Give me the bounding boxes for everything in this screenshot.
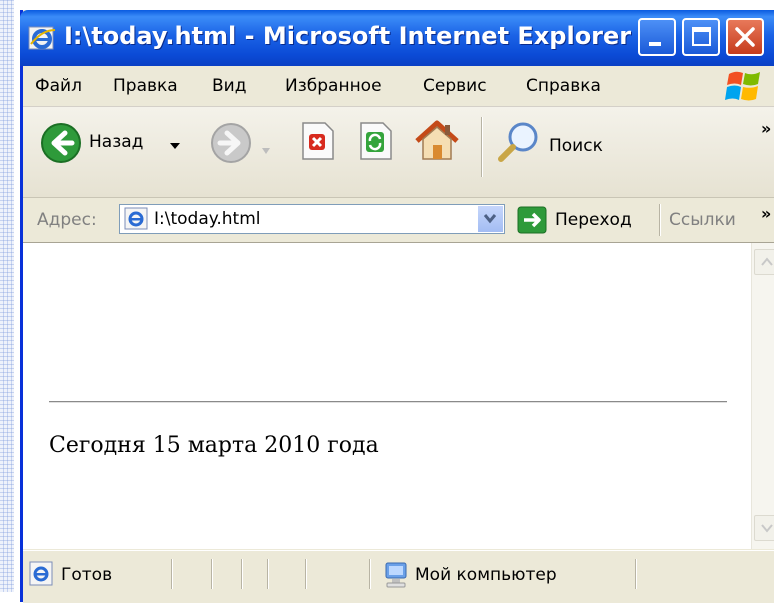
toolbar-separator xyxy=(481,117,483,177)
ie-window: I:\today.html - Microsoft Internet Explo… xyxy=(20,10,774,603)
links-label[interactable]: Ссылки xyxy=(669,210,736,230)
home-icon xyxy=(415,120,459,160)
status-bar: Готов Мой компьютер xyxy=(23,550,774,603)
page-content: Сегодня 15 марта 2010 года xyxy=(23,243,751,549)
menu-edit[interactable]: Правка xyxy=(113,76,178,96)
status-divider xyxy=(211,559,213,589)
page-status-ie-icon xyxy=(29,561,53,586)
forward-arrow-icon xyxy=(211,123,251,163)
back-button[interactable]: Назад xyxy=(29,115,181,175)
chevron-up-icon xyxy=(761,257,773,266)
vertical-scrollbar[interactable] xyxy=(751,243,774,549)
chevron-down-icon xyxy=(761,524,773,533)
refresh-icon xyxy=(360,122,392,160)
close-button[interactable] xyxy=(726,18,764,56)
status-divider xyxy=(267,559,269,589)
stop-icon xyxy=(302,122,334,160)
menu-tools[interactable]: Сервис xyxy=(423,76,487,96)
ie-logo-icon xyxy=(28,26,56,50)
search-icon xyxy=(498,122,538,162)
toolbar-more-chevron[interactable]: » xyxy=(761,119,771,138)
search-label: Поиск xyxy=(549,136,603,156)
address-input[interactable] xyxy=(154,208,454,230)
status-divider xyxy=(171,559,173,589)
chevron-down-icon xyxy=(483,214,497,224)
page-ie-icon xyxy=(124,207,148,230)
links-more-chevron[interactable]: » xyxy=(761,204,771,223)
menu-view[interactable]: Вид xyxy=(212,76,246,96)
menu-file[interactable]: Файл xyxy=(35,76,82,96)
window-title: I:\today.html - Microsoft Internet Explo… xyxy=(64,22,632,50)
close-icon xyxy=(735,27,755,47)
status-divider xyxy=(241,559,243,589)
go-arrow-icon xyxy=(517,206,547,234)
standard-toolbar: Назад Поиск » xyxy=(23,107,774,198)
stop-button[interactable] xyxy=(295,119,339,163)
maximize-button[interactable] xyxy=(682,18,720,56)
home-button[interactable] xyxy=(413,117,463,167)
address-separator xyxy=(659,204,661,236)
refresh-button[interactable] xyxy=(353,119,397,163)
menu-help[interactable]: Справка xyxy=(526,76,601,96)
title-bar[interactable]: I:\today.html - Microsoft Internet Explo… xyxy=(20,10,774,66)
address-dropdown-button[interactable] xyxy=(477,206,503,232)
my-computer-icon xyxy=(385,562,407,588)
status-divider xyxy=(369,559,371,589)
back-label: Назад xyxy=(89,132,144,152)
menu-favorites[interactable]: Избранное xyxy=(285,76,382,96)
scroll-down-button[interactable] xyxy=(754,515,774,541)
menu-bar: Файл Правка Вид Избранное Сервис Справка xyxy=(23,66,774,107)
maximize-icon xyxy=(692,27,711,46)
slide-dotted-edge xyxy=(0,0,14,592)
back-dropdown-icon[interactable] xyxy=(169,141,181,151)
address-field[interactable] xyxy=(119,204,505,234)
zone-text: Мой компьютер xyxy=(415,565,557,585)
address-bar: Адрес: Переход Ссылки » xyxy=(23,198,774,243)
address-label: Адрес: xyxy=(37,210,97,230)
forward-dropdown-icon[interactable] xyxy=(261,147,271,155)
page-date-text: Сегодня 15 марта 2010 года xyxy=(49,433,379,458)
go-label: Переход xyxy=(555,210,632,230)
forward-button[interactable] xyxy=(209,121,257,169)
minimize-icon xyxy=(649,42,661,46)
scroll-up-button[interactable] xyxy=(754,249,774,275)
horizontal-rule xyxy=(49,401,727,403)
minimize-button[interactable] xyxy=(638,18,676,56)
windows-logo-icon xyxy=(725,71,760,101)
search-button[interactable]: Поиск xyxy=(495,117,625,169)
go-button[interactable]: Переход xyxy=(517,204,657,236)
back-arrow-icon xyxy=(41,123,81,163)
status-divider xyxy=(635,559,637,589)
status-divider xyxy=(305,559,307,589)
status-text: Готов xyxy=(61,565,113,585)
